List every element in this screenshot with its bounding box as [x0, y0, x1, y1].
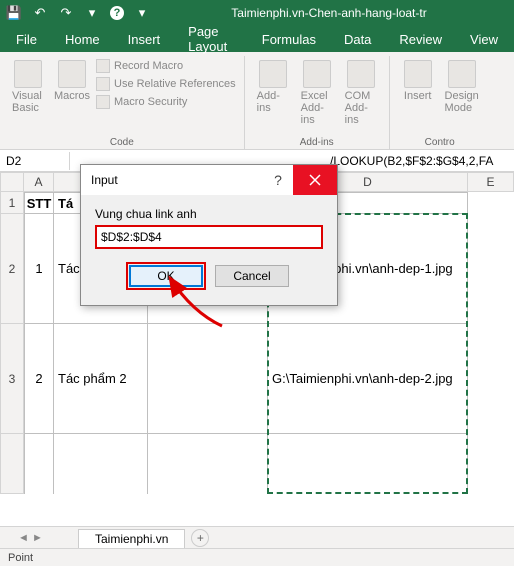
input-dialog: Input ? Vung chua link anh OK Cancel [80, 164, 338, 306]
save-icon[interactable]: 💾 [6, 5, 22, 21]
menu-home[interactable]: Home [51, 27, 114, 52]
design-mode-button[interactable]: Design Mode [442, 58, 482, 116]
addins-icon [259, 60, 287, 88]
com-addins-icon [347, 60, 375, 88]
cell-link-2[interactable]: G:\Taimienphi.vn\anh-dep-2.jpg [267, 323, 468, 434]
menu-view[interactable]: View [456, 27, 512, 52]
cell-c-2[interactable] [147, 323, 268, 434]
col-header-a[interactable]: A [24, 172, 54, 192]
insert-control-button[interactable]: Insert [398, 58, 438, 116]
macro-security-button[interactable]: Macro Security [96, 94, 236, 110]
menu-formulas[interactable]: Formulas [248, 27, 330, 52]
row-header-3[interactable]: 3 [0, 324, 24, 434]
visual-basic-icon [14, 60, 42, 88]
addins-button[interactable]: Add-ins [253, 58, 293, 128]
sheet-tab-active[interactable]: Taimienphi.vn [78, 529, 185, 548]
excel-addins-button[interactable]: Excel Add-ins [297, 58, 337, 128]
status-mode: Point [8, 552, 33, 564]
com-addins-button[interactable]: COM Add-ins [341, 58, 381, 128]
row-header-1[interactable]: 1 [0, 192, 24, 214]
excel-addins-icon [303, 60, 331, 88]
menu-page-layout[interactable]: Page Layout [174, 19, 248, 59]
cell-stt-3[interactable] [24, 433, 54, 494]
row-header-4[interactable] [0, 434, 24, 494]
ribbon-group-code: Visual Basic Macros Record Macro Use Rel… [0, 56, 245, 150]
ok-button[interactable]: OK [129, 265, 203, 287]
record-icon [96, 59, 110, 73]
dropdown-icon[interactable]: ▾ [134, 5, 150, 21]
visual-basic-button[interactable]: Visual Basic [8, 58, 48, 116]
dialog-title: Input [81, 173, 263, 187]
undo-icon[interactable]: ↶ [32, 5, 48, 21]
cell-c-3[interactable] [147, 433, 268, 494]
row-headers: 1 2 3 [0, 192, 24, 494]
cell-name-3[interactable] [53, 433, 148, 494]
close-icon [309, 174, 321, 186]
menu-file[interactable]: File [2, 27, 51, 52]
use-relative-button[interactable]: Use Relative References [96, 76, 236, 92]
status-bar: Point [0, 548, 514, 566]
redo-icon[interactable]: ↷ [58, 5, 74, 21]
cell-stt-2[interactable]: 2 [24, 323, 54, 434]
sheet-tab-bar: ◄ ► Taimienphi.vn + [0, 526, 514, 548]
header-stt[interactable]: STT [24, 192, 54, 214]
window-title: Taimienphi.vn-Chen-anh-hang-loat-tr [150, 6, 508, 20]
dialog-help-button[interactable]: ? [263, 172, 293, 188]
record-macro-button[interactable]: Record Macro [96, 58, 236, 74]
menu-review[interactable]: Review [385, 27, 456, 52]
tab-nav[interactable]: ◄ ► [18, 532, 78, 544]
name-box[interactable]: D2 [0, 152, 70, 170]
ribbon-label-controls: Contro [425, 137, 455, 150]
ribbon-group-addins: Add-ins Excel Add-ins COM Add-ins Add-in… [245, 56, 390, 150]
select-all-corner[interactable] [0, 172, 24, 192]
dialog-titlebar[interactable]: Input ? [81, 165, 337, 195]
dialog-close-button[interactable] [293, 165, 337, 195]
cell-name-2[interactable]: Tác phẩm 2 [53, 323, 148, 434]
cell-link-3[interactable] [267, 433, 468, 494]
ribbon-label-code: Code [110, 137, 134, 150]
macros-button[interactable]: Macros [52, 58, 92, 116]
help-icon[interactable]: ? [110, 6, 124, 20]
cancel-button[interactable]: Cancel [215, 265, 289, 287]
new-sheet-button[interactable]: + [191, 529, 209, 547]
dialog-field-label: Vung chua link anh [95, 207, 323, 221]
security-icon [96, 95, 110, 109]
ribbon: Visual Basic Macros Record Macro Use Rel… [0, 52, 514, 150]
macros-icon [58, 60, 86, 88]
design-mode-icon [448, 60, 476, 88]
insert-control-icon [404, 60, 432, 88]
col-header-e[interactable]: E [468, 172, 514, 192]
customize-dropdown-icon[interactable]: ▾ [84, 5, 100, 21]
menu-data[interactable]: Data [330, 27, 385, 52]
row-header-2[interactable]: 2 [0, 214, 24, 324]
title-bar: 💾 ↶ ↷ ▾ ? ▾ Taimienphi.vn-Chen-anh-hang-… [0, 0, 514, 26]
menu-insert[interactable]: Insert [114, 27, 175, 52]
ribbon-label-addins: Add-ins [300, 137, 334, 150]
ribbon-group-controls: Insert Design Mode Contro [390, 56, 490, 150]
dialog-range-input[interactable] [95, 225, 323, 249]
cell-stt-1[interactable]: 1 [24, 213, 54, 324]
quick-access-toolbar: 💾 ↶ ↷ ▾ ? ▾ [6, 5, 150, 21]
relative-icon [96, 77, 110, 91]
menu-bar: File Home Insert Page Layout Formulas Da… [0, 26, 514, 52]
